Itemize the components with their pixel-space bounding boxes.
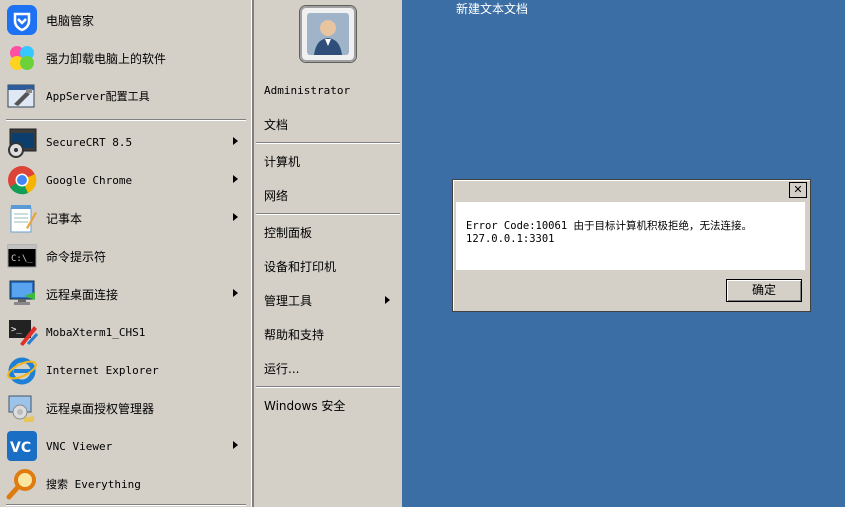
places-item-label: 管理工具 [264,293,313,308]
places-item-label: 运行... [264,361,300,376]
menu-item-notepad[interactable]: 记事本 [6,200,246,236]
places-item-devices-printers[interactable]: 设备和打印机 [264,251,398,281]
places-item-help-support[interactable]: 帮助和支持 [264,319,398,349]
menu-item-label: MobaXterm1_CHS1 [46,325,146,339]
places-item-network[interactable]: 网络 [264,180,398,210]
dialog-content: Error Code:10061 由于目标计算机积极拒绝，无法连接。 127.0… [456,202,805,270]
menu-item-internet-explorer[interactable]: Internet Explorer [6,352,246,388]
menu-item-label: AppServer配置工具 [46,90,150,103]
menu-item-label: 命令提示符 [46,249,107,264]
places-item-label: Administrator [264,83,351,97]
ok-button[interactable]: 确定 [726,279,802,302]
internet-explorer-icon [6,354,38,386]
menu-item-cmd[interactable]: C:\_ 命令提示符 [6,238,246,274]
svg-text:VC: VC [10,440,31,456]
menu-item-remote-desktop[interactable]: 远程桌面连接 [6,276,246,312]
error-message-line2: 127.0.0.1:3301 [466,233,555,245]
places-item-label: 文档 [264,117,289,132]
menu-item-securecrt[interactable]: SecureCRT 8.5 [6,124,246,160]
places-item-label: 帮助和支持 [264,327,325,342]
mobaxterm-icon: >_ [6,316,38,348]
places-item-control-panel[interactable]: 控制面板 [264,217,398,247]
menu-item-label: 远程桌面连接 [46,287,119,302]
menu-item-label: 记事本 [46,211,83,226]
tencent-pc-manager-icon [6,4,38,36]
menu-item-label: 远程桌面授权管理器 [46,401,155,416]
dialog-titlebar[interactable]: ✕ [453,180,810,200]
places-item-admin-tools[interactable]: 管理工具 [264,285,398,315]
menu-item-label: Internet Explorer [46,363,159,377]
menu-separator [256,213,400,215]
menu-separator [256,386,400,388]
user-icon [307,13,349,55]
menu-item-label: SecureCRT 8.5 [46,135,133,149]
appserver-config-icon [6,80,38,112]
vnc-viewer-icon: VC [6,430,38,462]
start-menu-places: Administrator 文档 计算机 网络 控制面板 设备和打印机 管理工具… [254,0,402,507]
error-message: Error Code:10061 由于目标计算机积极拒绝，无法连接。 127.0… [466,220,801,246]
close-button[interactable]: ✕ [789,182,807,198]
menu-item-vnc-viewer[interactable]: VC VNC Viewer [6,428,246,464]
submenu-arrow-icon [385,296,390,304]
chrome-icon [6,164,38,196]
menu-separator [6,119,246,121]
places-item-administrator[interactable]: Administrator [264,75,398,105]
submenu-arrow-icon [233,441,238,449]
menu-item-mobaxterm[interactable]: >_ MobaXterm1_CHS1 [6,314,246,350]
places-item-documents[interactable]: 文档 [264,109,398,139]
submenu-arrow-icon [233,213,238,221]
submenu-arrow-icon [233,289,238,297]
menu-item-label: VNC Viewer [46,439,113,453]
menu-item-label: 电脑管家 [46,13,95,28]
uninstaller-icon [6,42,38,74]
securecrt-icon [6,126,38,158]
desktop-file-label[interactable]: 新建文本文档 [456,0,528,17]
menu-item-pc-manager[interactable]: 电脑管家 [6,2,246,38]
everything-search-icon [6,468,38,500]
places-item-label: Windows 安全 [264,398,346,413]
places-item-run[interactable]: 运行... [264,353,398,383]
menu-item-label: Google Chrome [46,173,133,187]
error-message-line1: Error Code:10061 由于目标计算机积极拒绝，无法连接。 [466,220,752,232]
places-item-windows-security[interactable]: Windows 安全 [264,390,398,420]
svg-text:C:\_: C:\_ [11,254,33,264]
rd-licensing-icon [6,392,38,424]
menu-separator [256,142,400,144]
cmd-icon: C:\_ [6,240,38,272]
menu-item-uninstaller[interactable]: 强力卸载电脑上的软件 [6,40,246,76]
menu-item-appserver-config[interactable]: AppServer配置工具 [6,78,246,114]
close-icon: ✕ [793,183,803,196]
svg-text:>_: >_ [11,325,22,335]
start-menu-programs: 电脑管家 强力卸载电脑上的软件 AppServer配置工具 SecureCRT … [0,0,254,507]
menu-item-label: 搜索 Everything [46,478,141,491]
remote-desktop-icon [6,278,38,310]
error-dialog: ✕ Error Code:10061 由于目标计算机积极拒绝，无法连接。 127… [452,179,811,312]
menu-item-label: 强力卸载电脑上的软件 [46,51,167,66]
menu-item-chrome[interactable]: Google Chrome [6,162,246,198]
places-item-computer[interactable]: 计算机 [264,146,398,176]
places-item-label: 网络 [264,188,289,203]
places-item-label: 设备和打印机 [264,259,337,274]
places-item-label: 控制面板 [264,225,313,240]
menu-item-rd-licensing[interactable]: 远程桌面授权管理器 [6,390,246,426]
notepad-icon [6,202,38,234]
places-item-label: 计算机 [264,154,301,169]
menu-separator [6,504,246,506]
menu-item-everything[interactable]: 搜索 Everything [6,466,246,502]
submenu-arrow-icon [233,175,238,183]
avatar[interactable] [300,6,356,62]
submenu-arrow-icon [233,137,238,145]
